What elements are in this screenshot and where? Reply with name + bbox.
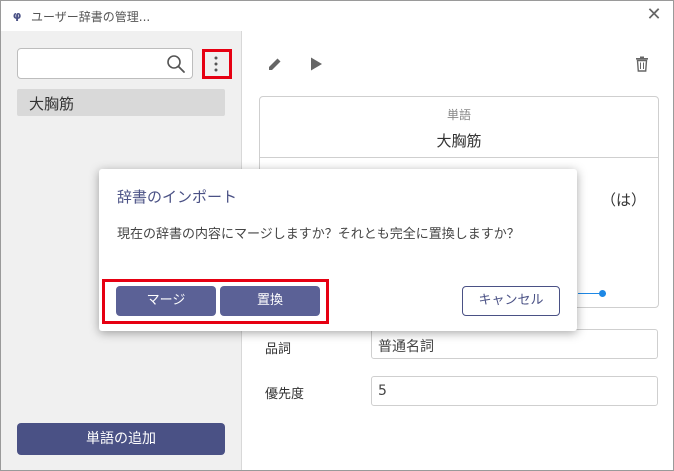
search-icon[interactable]	[166, 54, 186, 74]
pencil-icon[interactable]	[266, 55, 284, 73]
cancel-button[interactable]: キャンセル	[462, 286, 560, 316]
dialog-message: 現在の辞書の内容にマージしますか？それとも完全に置換しますか？	[117, 227, 520, 242]
search-input[interactable]	[24, 53, 160, 75]
dialog-title: 辞書のインポート	[117, 188, 238, 206]
search-box[interactable]	[17, 48, 193, 79]
title-bar: φ ユーザー辞書の管理... ✕	[1, 1, 673, 31]
replace-button[interactable]: 置換	[220, 286, 320, 316]
accent-slider-handle[interactable]	[599, 290, 606, 297]
word-list-item[interactable]: 大胸筋	[17, 89, 225, 116]
surface-value: 大胸筋	[436, 132, 482, 150]
part-of-speech-value: 普通名詞	[378, 339, 434, 355]
add-word-button[interactable]: 単語の追加	[17, 423, 225, 455]
window-title: ユーザー辞書の管理...	[31, 10, 151, 24]
word-list-item-label: 大胸筋	[29, 95, 75, 113]
play-icon[interactable]	[307, 55, 325, 73]
part-of-speech-select[interactable]: 普通名詞	[371, 329, 658, 359]
app-logo-icon: φ	[12, 9, 22, 22]
particle-text: （は）	[600, 191, 646, 209]
app-window: φ ユーザー辞書の管理... ✕ 大胸筋 単語の追加 単語 大胸筋 （は） 品詞…	[0, 0, 674, 471]
merge-button[interactable]: マージ	[116, 286, 216, 316]
more-options-icon[interactable]	[213, 55, 219, 73]
priority-input[interactable]: 5	[371, 376, 658, 406]
close-button[interactable]: ✕	[645, 6, 663, 24]
part-of-speech-label: 品詞	[265, 342, 292, 357]
priority-label: 優先度	[265, 387, 305, 402]
surface-label: 単語	[446, 108, 471, 122]
card-divider	[260, 157, 658, 158]
trash-icon[interactable]	[633, 55, 651, 73]
import-dialog: 辞書のインポート 現在の辞書の内容にマージしますか？それとも完全に置換しますか？…	[99, 169, 577, 331]
priority-value: 5	[378, 383, 387, 399]
